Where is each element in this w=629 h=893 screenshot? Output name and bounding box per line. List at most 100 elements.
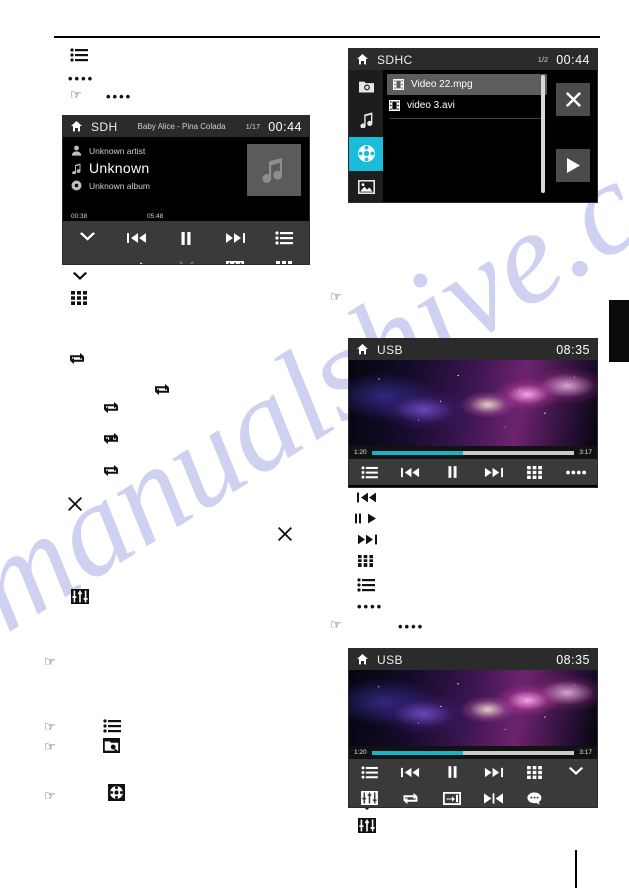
- previous-track-button[interactable]: [390, 767, 431, 778]
- audio-duration: 05:48: [147, 213, 164, 220]
- ellipsis-glyph-4: ••••: [398, 619, 425, 634]
- pause-play-icon: [355, 513, 379, 524]
- pause-button[interactable]: [432, 766, 473, 778]
- usb2-seek-fill: [371, 750, 463, 755]
- home-icon[interactable]: [356, 343, 369, 356]
- previous-track-button[interactable]: [112, 232, 161, 244]
- list-divider: [389, 118, 545, 119]
- chevron-down-icon: [71, 272, 89, 283]
- video-viewport[interactable]: [349, 360, 597, 446]
- usb2-clock: 08:35: [556, 652, 590, 667]
- hand-bullet-5: ☞: [44, 788, 56, 803]
- usb1-source-label: USB: [377, 342, 403, 357]
- usb2-controls-row-2: [349, 785, 597, 807]
- keypad-bars-icon: [358, 555, 373, 567]
- audio-statusbar: SDH Baby Alice - Pina Colada 1/17 00:44: [63, 116, 309, 137]
- home-icon[interactable]: [356, 53, 369, 66]
- play-button[interactable]: [556, 149, 590, 182]
- usb2-controls: [349, 759, 597, 807]
- hand-bullet-4: ☞: [44, 739, 56, 754]
- repeat-button[interactable]: [112, 261, 161, 264]
- hand-bullet-2: ☞: [44, 654, 56, 669]
- playlist-button[interactable]: [349, 765, 390, 779]
- usb1-controls: [349, 459, 597, 485]
- hand-bullet-1: ☞: [70, 87, 82, 102]
- home-icon[interactable]: [356, 653, 369, 666]
- usb1-duration: 3:17: [579, 449, 592, 456]
- ellipsis-glyph-2: ••••: [106, 89, 133, 104]
- usb2-elapsed: 1:20: [354, 749, 367, 756]
- next-track-button[interactable]: [211, 232, 260, 244]
- equalizer-button[interactable]: [211, 260, 260, 264]
- previous-track-button[interactable]: [390, 467, 431, 478]
- usb2-progress-row: 1:20 3:17: [349, 746, 597, 759]
- file-item[interactable]: Video 22.mpg: [387, 74, 547, 95]
- audio-artist-label: Unknown artist: [89, 145, 146, 156]
- subtitle-button[interactable]: [514, 791, 555, 805]
- sidebar-item-video[interactable]: [349, 137, 383, 171]
- audio-controls-row-2: [63, 253, 309, 264]
- pause-button[interactable]: [161, 231, 210, 245]
- shuffle-icon-2: [278, 527, 292, 541]
- collapse-chevron-button[interactable]: [63, 232, 112, 244]
- next-track-button[interactable]: [473, 467, 514, 478]
- pause-button[interactable]: [432, 466, 473, 478]
- film-reel-icon: [108, 784, 125, 801]
- list-icon-2: [103, 719, 121, 733]
- sidebar-item-browse[interactable]: [349, 70, 383, 104]
- shuffle-button[interactable]: [161, 260, 210, 264]
- next-bar-icon: [357, 534, 377, 545]
- audio-album-label: Unknown album: [89, 180, 150, 191]
- top-rule: [54, 36, 600, 38]
- hand-bullet-3: ☞: [44, 719, 56, 734]
- usb1-clock: 08:35: [556, 342, 590, 357]
- collapse-chevron-button[interactable]: [556, 766, 597, 778]
- keypad-button[interactable]: [514, 465, 555, 479]
- audio-player-screenshot: SDH Baby Alice - Pina Colada 1/17 00:44 …: [62, 115, 310, 265]
- equalizer-icon-2: [358, 818, 376, 833]
- audio-clock: 00:44: [268, 119, 302, 134]
- usb1-seek-bar[interactable]: [371, 450, 575, 455]
- usb1-elapsed: 1:20: [354, 449, 367, 456]
- usb2-duration: 3:17: [579, 749, 592, 756]
- file-item[interactable]: video 3.avi: [383, 95, 551, 116]
- equalizer-button[interactable]: [349, 791, 390, 805]
- home-icon[interactable]: [70, 120, 83, 133]
- sidebar-item-photo[interactable]: [349, 171, 383, 203]
- sdhc-source-label: SDHC: [377, 52, 413, 67]
- screen-size-button[interactable]: [432, 791, 473, 805]
- shuffle-icon-1: [68, 497, 82, 511]
- repeat-icon-2: [154, 383, 170, 396]
- keypad-button[interactable]: [260, 261, 309, 264]
- playlist-button[interactable]: [349, 465, 390, 479]
- page-edge-tab: [609, 300, 629, 362]
- hand-bullet-7: ☞: [330, 617, 342, 632]
- video-viewport[interactable]: [349, 670, 597, 746]
- aspect-ratio-button[interactable]: [473, 792, 514, 804]
- audio-elapsed: 00:38: [71, 213, 88, 220]
- film-strip-icon: [389, 100, 400, 111]
- keypad-button[interactable]: [514, 765, 555, 779]
- music-note-icon: [71, 163, 82, 174]
- list-icon-3: [357, 578, 375, 592]
- repeat-button[interactable]: [390, 792, 431, 805]
- sdhc-page-index: 1/2: [537, 55, 549, 64]
- usb2-source-label: USB: [377, 652, 403, 667]
- usb2-seek-bar[interactable]: [371, 750, 575, 755]
- audio-track-index: 1/17: [245, 122, 261, 131]
- list-icon: [70, 48, 88, 62]
- film-strip-icon: [393, 79, 404, 90]
- sdhc-main: Video 22.mpg video 3.avi: [349, 70, 597, 203]
- sidebar-item-music[interactable]: [349, 104, 383, 138]
- close-button[interactable]: [556, 83, 590, 116]
- audio-source-label: SDH: [91, 119, 118, 134]
- more-options-button[interactable]: [556, 470, 597, 475]
- audio-track-title: Baby Alice - Pina Colada: [137, 122, 226, 131]
- repeat-icon-1: [69, 352, 85, 365]
- sdhc-action-panel: [551, 70, 597, 202]
- next-track-button[interactable]: [473, 767, 514, 778]
- audio-time-row: 00:38 05:48: [71, 213, 303, 220]
- playlist-button[interactable]: [260, 231, 309, 245]
- scrollbar[interactable]: [541, 75, 545, 193]
- file-item-label: video 3.avi: [407, 100, 455, 111]
